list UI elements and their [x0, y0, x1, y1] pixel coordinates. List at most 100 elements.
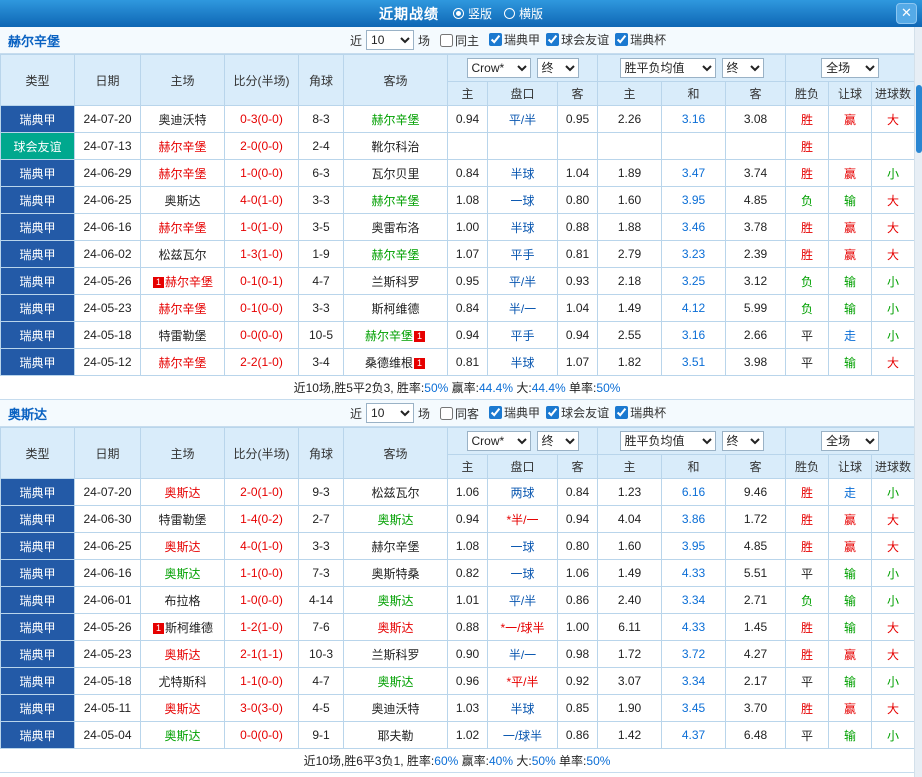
score-cell: 1-3(1-0) [224, 240, 299, 268]
same-venue-label: 同客 [455, 406, 480, 421]
competition-checkbox[interactable] [546, 406, 560, 419]
odds-home-cell: 1.08 [447, 186, 488, 214]
radio-label: 竖版 [467, 7, 492, 21]
team-name-text: 赫尔辛堡 [371, 193, 420, 208]
league-cell: 瑞典甲 [0, 321, 75, 349]
team-name-text: 瓦尔贝里 [371, 166, 420, 181]
handicap-cell: 半球 [487, 159, 558, 187]
odds-away-cell: 0.86 [556, 721, 599, 749]
scrollbar-thumb[interactable] [916, 85, 922, 153]
scope-select[interactable]: 全场 [821, 58, 880, 78]
avg-final-select[interactable]: 终 [721, 58, 764, 78]
sub-col-header: 胜负 [785, 81, 830, 106]
competition-filters: 瑞典甲 球会友谊 瑞典杯 [483, 31, 666, 49]
team-name-text: 奥迪沃特 [371, 701, 420, 716]
layout-radio[interactable]: 横版 [504, 5, 543, 22]
layout-radio[interactable]: 竖版 [452, 5, 492, 22]
team-name-text: 赫尔辛堡 [371, 539, 420, 554]
date-cell: 24-07-20 [74, 105, 141, 133]
handicap-cell: 半球 [487, 348, 558, 376]
sub-col-header: 客 [556, 454, 599, 479]
competition-filter[interactable]: 瑞典杯 [615, 404, 666, 421]
odds-final-select[interactable]: 终 [536, 431, 579, 451]
avg-home-cell: 2.55 [597, 321, 663, 349]
match-row: 瑞典甲 24-05-18 尤特斯科 1-1(0-0) 4-7 奥斯达 0.96 *平/半 0.9… [0, 667, 916, 695]
same-venue-filter[interactable]: 同主 [440, 32, 479, 49]
competition-checkbox[interactable] [489, 33, 503, 46]
avg-home-cell: 6.11 [597, 613, 663, 641]
summary-segment: 50% [596, 381, 621, 395]
result-flag-cell: 胜 [785, 505, 830, 533]
home-team-cell: 布拉格 [140, 586, 225, 614]
near-label: 近 [350, 406, 363, 421]
avg-type-select[interactable]: 胜平负均值 [619, 431, 716, 451]
league-cell: 瑞典甲 [0, 667, 75, 695]
bookmaker-select[interactable]: Crow* [466, 58, 531, 78]
odds-home-cell: 0.96 [447, 667, 488, 695]
avg-away-cell: 3.08 [725, 105, 787, 133]
avg-final-select[interactable]: 终 [721, 431, 764, 451]
bookmaker-select[interactable]: Crow* [466, 431, 531, 451]
handicap-flag-cell: 赢 [828, 213, 873, 241]
handicap-flag-cell: 输 [828, 613, 873, 641]
score-cell: 0-1(0-1) [224, 267, 299, 295]
recent-results-window: 近期战绩 竖版横版 ✕ 赫尔辛堡 近 10 场 同主 瑞典甲球会友谊瑞典杯 [0, 0, 922, 777]
avg-draw-cell: 3.34 [661, 667, 727, 695]
match-row: 瑞典甲 24-05-26 1 斯柯维德 1-2(1-0) 7-6 奥斯达 0.88 *一/球半 1… [0, 613, 916, 641]
scrollbar[interactable] [914, 27, 922, 777]
league-cell: 瑞典甲 [0, 532, 75, 560]
corners-cell: 6-3 [298, 159, 344, 187]
away-team-cell: 斯柯维德 [343, 294, 448, 322]
avg-home-cell: 3.07 [597, 667, 663, 695]
close-button[interactable]: ✕ [896, 3, 917, 24]
scope-select[interactable]: 全场 [821, 431, 880, 451]
competition-checkbox[interactable] [615, 33, 629, 46]
score-cell: 1-2(1-0) [224, 613, 299, 641]
league-cell: 瑞典甲 [0, 159, 75, 187]
competition-checkbox[interactable] [546, 33, 560, 46]
score-cell: 2-1(1-1) [224, 640, 299, 668]
same-venue-checkbox[interactable] [440, 33, 454, 47]
result-flag-cell: 平 [785, 667, 830, 695]
competition-checkbox[interactable] [489, 406, 503, 419]
summary-segment: 单率: [565, 381, 597, 395]
results-table: 类型 日期 主场 比分(半场) 角球 客场 Crow* 终 胜平负均值 终 全场… [0, 427, 916, 749]
odds-home-cell: 0.95 [447, 267, 488, 295]
handicap-flag-cell: 赢 [828, 159, 873, 187]
league-cell: 瑞典甲 [0, 348, 75, 376]
team-name-text: 尤特斯科 [158, 674, 207, 689]
sub-col-header: 进球数 [871, 454, 916, 479]
same-venue-filter[interactable]: 同客 [440, 405, 479, 422]
competition-filter[interactable]: 球会友谊 [546, 404, 609, 421]
odds-home-cell: 1.00 [447, 213, 488, 241]
odds-away-cell: 0.92 [556, 667, 599, 695]
games-count-select[interactable]: 10 [366, 403, 415, 423]
same-venue-checkbox[interactable] [440, 406, 454, 420]
score-cell: 3-0(3-0) [224, 694, 299, 722]
odds-away-cell: 1.04 [556, 294, 599, 322]
result-flag-cell: 胜 [785, 132, 830, 160]
team-name-text: 赫尔辛堡 [371, 247, 420, 262]
competition-filter[interactable]: 瑞典甲 [489, 31, 540, 48]
away-team-cell: 赫尔辛堡 [343, 105, 448, 133]
avg-away-cell: 2.71 [725, 586, 787, 614]
avg-away-cell: 6.48 [725, 721, 787, 749]
competition-filter[interactable]: 球会友谊 [546, 31, 609, 48]
avg-type-select[interactable]: 胜平负均值 [619, 58, 716, 78]
home-team-cell: 奥迪沃特 [140, 105, 225, 133]
odds-final-select[interactable]: 终 [536, 58, 579, 78]
odds-home-cell: 1.01 [447, 586, 488, 614]
competition-filter[interactable]: 瑞典杯 [615, 31, 666, 48]
odds-away-cell: 0.95 [556, 105, 599, 133]
handicap-flag-cell: 输 [828, 586, 873, 614]
goals-flag-cell: 小 [871, 586, 916, 614]
games-count-select[interactable]: 10 [366, 30, 415, 50]
date-cell: 24-05-18 [74, 667, 141, 695]
team-name-text: 赫尔辛堡 [158, 166, 207, 181]
competition-checkbox[interactable] [615, 406, 629, 419]
corners-cell: 7-3 [298, 559, 344, 587]
home-team-cell: 赫尔辛堡 [140, 213, 225, 241]
competition-filter[interactable]: 瑞典甲 [489, 404, 540, 421]
team-name-text: 奥斯达 [164, 193, 201, 208]
competition-label: 瑞典杯 [630, 406, 667, 420]
